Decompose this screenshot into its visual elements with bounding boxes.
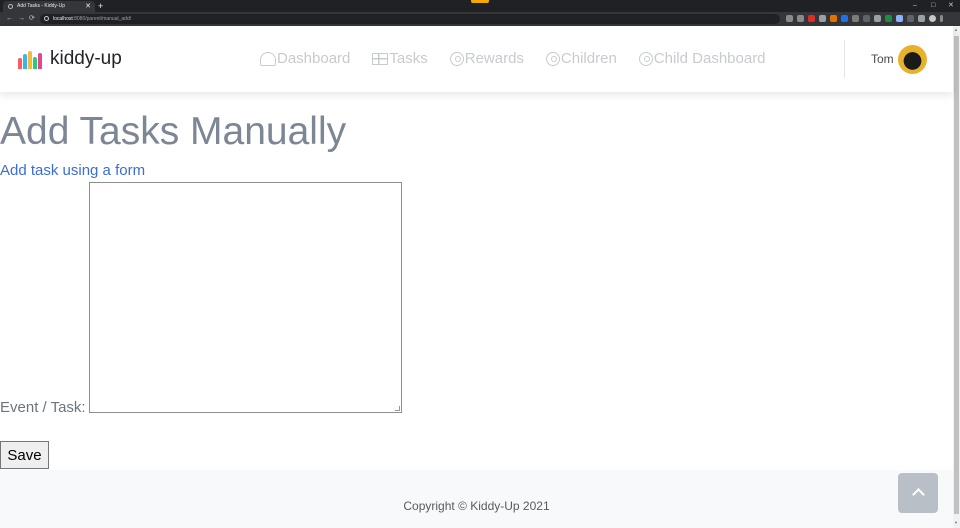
- reload-icon[interactable]: ⟳: [29, 12, 35, 26]
- url-path: :8080/parent/manual_add/: [72, 16, 132, 22]
- nav-tasks[interactable]: Tasks: [372, 50, 428, 67]
- favicon-icon: [8, 4, 13, 9]
- extension-icon[interactable]: [907, 15, 914, 22]
- nav-children[interactable]: Children: [545, 50, 617, 67]
- nav-dashboard[interactable]: Dashboard: [260, 50, 350, 67]
- nav-child-dashboard-label: Child Dashboard: [653, 50, 766, 67]
- browser-tab[interactable]: Add Tasks - Kiddy-Up ✕: [3, 1, 95, 12]
- nav-rewards[interactable]: Rewards: [449, 50, 524, 67]
- avatar[interactable]: [898, 45, 927, 74]
- scroll-down-icon[interactable]: ▼: [954, 520, 958, 525]
- close-tab-icon[interactable]: ✕: [85, 1, 91, 12]
- user-circle-icon: [545, 51, 560, 66]
- nav-rewards-label: Rewards: [464, 50, 524, 67]
- browser-tabstrip: Add Tasks - Kiddy-Up ✕ + – □ ✕: [0, 0, 960, 12]
- profile-avatar-icon[interactable]: [929, 15, 936, 22]
- zoom-icon[interactable]: [786, 15, 793, 22]
- puzzle-icon[interactable]: [918, 15, 925, 22]
- minimize-button[interactable]: –: [913, 0, 917, 12]
- brand-name[interactable]: kiddy-up: [50, 48, 122, 70]
- back-icon[interactable]: ←: [6, 12, 13, 26]
- kiddy-up-logo-icon[interactable]: [18, 51, 42, 69]
- nav-dashboard-label: Dashboard: [277, 50, 351, 67]
- maximize-button[interactable]: □: [931, 0, 935, 12]
- menu-icon[interactable]: [940, 15, 943, 22]
- extension-icon[interactable]: [852, 15, 859, 22]
- extension-icon[interactable]: [841, 15, 848, 22]
- user-name[interactable]: Tom: [871, 52, 894, 66]
- browser-toolbar: ← → ⟳ localhost:8080/parent/manual_add/: [0, 12, 960, 26]
- scroll-up-icon[interactable]: ▲: [954, 27, 958, 32]
- tab-title: Add Tasks - Kiddy-Up: [17, 3, 65, 9]
- copyright-text: Copyright © Kiddy-Up 2021: [403, 499, 550, 513]
- extension-icon[interactable]: [819, 15, 826, 22]
- extension-icon[interactable]: [885, 15, 892, 22]
- extension-icon[interactable]: [874, 15, 881, 22]
- scroll-thumb[interactable]: [954, 36, 959, 514]
- dashboard-gauge-icon: [260, 51, 276, 66]
- event-task-textarea[interactable]: [89, 182, 402, 413]
- user-circle-icon: [449, 51, 464, 66]
- app-header: kiddy-up Dashboard Tasks Rewards Childre…: [0, 26, 953, 92]
- forward-icon[interactable]: →: [18, 12, 25, 26]
- nav-children-label: Children: [560, 50, 617, 67]
- nav-child-dashboard[interactable]: Child Dashboard: [638, 50, 766, 67]
- extension-icon[interactable]: [830, 15, 837, 22]
- bookmark-star-icon[interactable]: [797, 15, 804, 22]
- table-icon: [372, 52, 389, 65]
- profile-indicator: [471, 0, 489, 3]
- add-task-form-link[interactable]: Add task using a form: [0, 162, 145, 179]
- back-to-top-button[interactable]: [898, 473, 938, 513]
- site-info-icon[interactable]: [44, 16, 49, 21]
- extension-icons: [786, 15, 943, 23]
- user-circle-icon: [638, 51, 653, 66]
- resize-handle-icon[interactable]: [395, 406, 400, 411]
- nav-tasks-label: Tasks: [389, 50, 428, 67]
- save-button[interactable]: Save: [0, 441, 49, 469]
- main-content: Add Tasks Manually Add task using a form…: [0, 92, 953, 470]
- new-tab-button[interactable]: +: [98, 0, 103, 12]
- extension-icon[interactable]: [896, 15, 903, 22]
- address-bar[interactable]: localhost:8080/parent/manual_add/: [40, 14, 780, 24]
- page-title: Add Tasks Manually: [0, 110, 347, 153]
- close-window-button[interactable]: ✕: [948, 0, 954, 12]
- header-divider: [844, 40, 845, 78]
- page-scrollbar[interactable]: ▲ ▼: [953, 26, 960, 528]
- event-task-label: Event / Task:: [0, 399, 86, 416]
- url-host: localhost: [53, 16, 73, 22]
- extension-icon[interactable]: [863, 15, 870, 22]
- footer: Copyright © Kiddy-Up 2021: [0, 470, 953, 528]
- extension-icon[interactable]: [808, 15, 815, 22]
- main-nav: Dashboard Tasks Rewards Children Child D…: [260, 50, 766, 67]
